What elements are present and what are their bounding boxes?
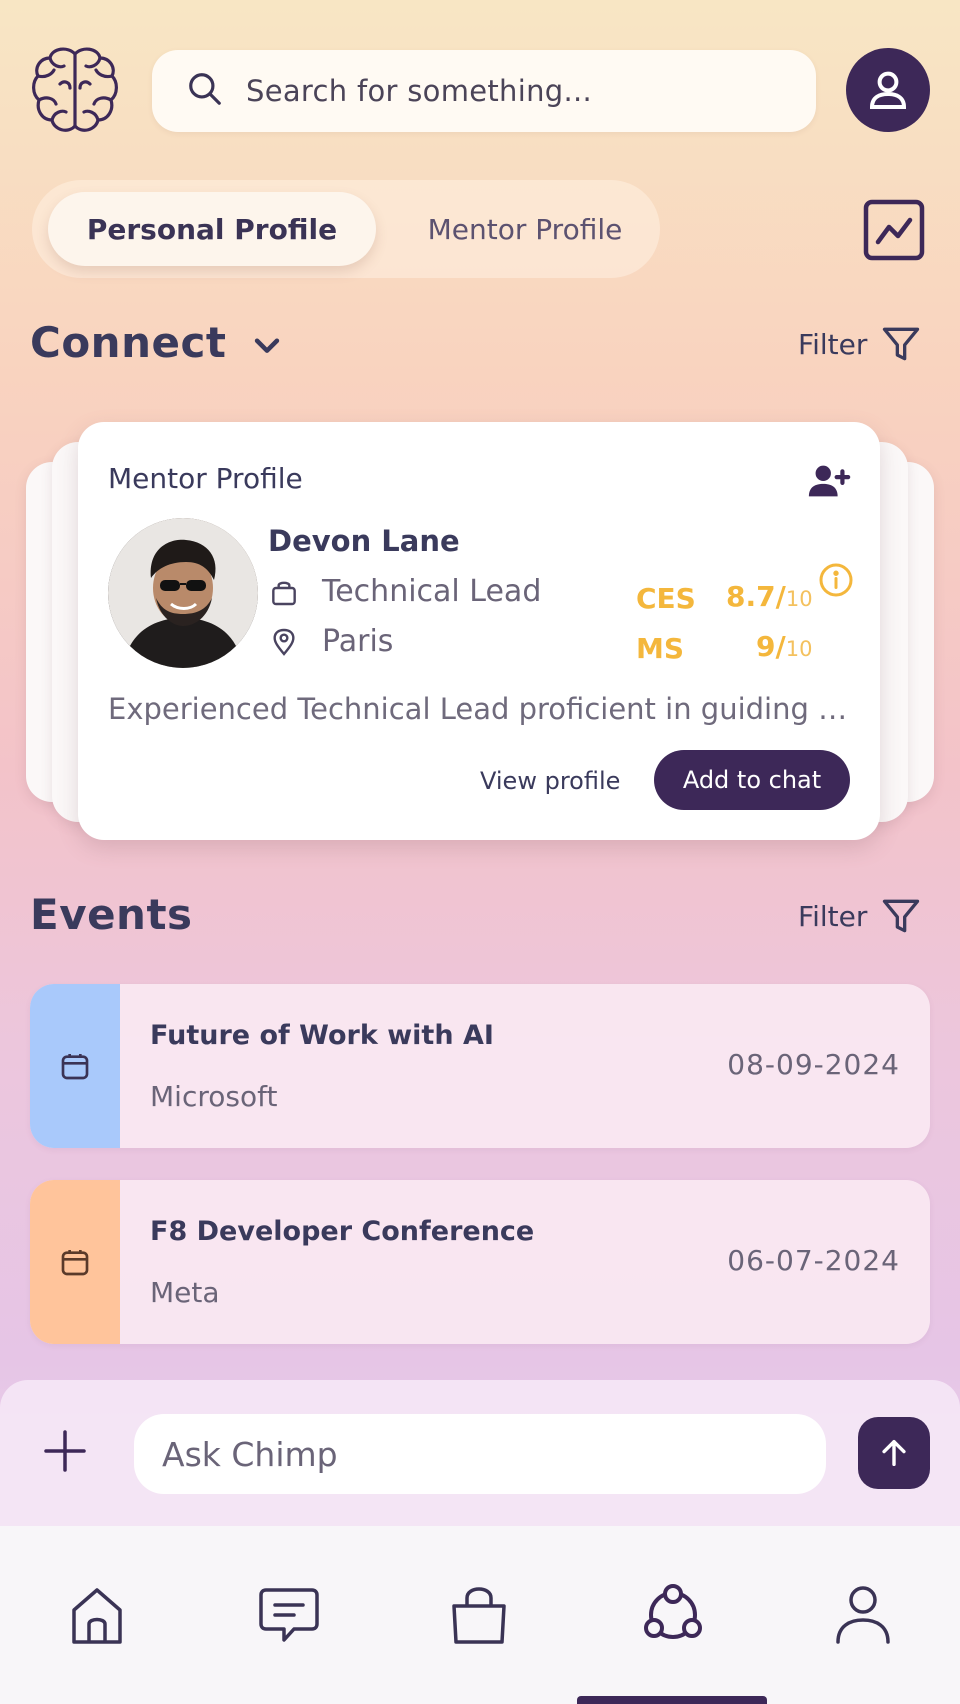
mentor-role: Technical Lead	[322, 574, 542, 609]
event-card[interactable]: Future of Work with AI Microsoft 08-09-2…	[30, 984, 930, 1148]
analytics-chart-icon[interactable]	[862, 198, 926, 262]
ms-label: MS	[636, 632, 685, 665]
ces-label: CES	[636, 582, 696, 615]
connect-filter-button[interactable]: Filter	[798, 322, 923, 366]
tab-mentor-profile[interactable]: Mentor Profile	[382, 192, 668, 266]
search-icon	[186, 70, 224, 112]
home-icon[interactable]	[64, 1582, 130, 1648]
info-icon[interactable]	[818, 562, 854, 598]
view-profile-link[interactable]: View profile	[480, 767, 620, 795]
location-pin-icon	[273, 628, 295, 656]
event-organizer: Meta	[150, 1276, 220, 1309]
calendar-icon	[61, 1250, 89, 1276]
filter-label: Filter	[798, 327, 868, 361]
bag-icon[interactable]	[446, 1582, 512, 1648]
connect-title: Connect	[30, 318, 227, 367]
event-color-stripe	[30, 984, 120, 1148]
mentor-card-title: Mentor Profile	[108, 462, 303, 495]
arrow-up-icon	[882, 1439, 906, 1467]
mentor-role-row: Technical Lead	[268, 574, 541, 609]
search-input[interactable]: Search for something...	[152, 50, 816, 132]
profile-toggle: Personal Profile Mentor Profile	[32, 180, 660, 278]
event-color-stripe	[30, 1180, 120, 1344]
mentor-description: Experienced Technical Lead proficient in…	[108, 692, 858, 726]
user-icon	[869, 71, 907, 109]
profile-icon[interactable]	[830, 1582, 896, 1648]
event-date: 06-07-2024	[727, 1244, 900, 1277]
event-title: Future of Work with AI	[150, 1020, 494, 1051]
events-filter-button[interactable]: Filter	[798, 894, 923, 938]
chevron-down-icon[interactable]	[250, 328, 284, 366]
network-icon[interactable]	[640, 1582, 706, 1648]
filter-icon	[883, 327, 920, 361]
mentor-location-row: Paris	[268, 624, 393, 659]
tab-personal-profile[interactable]: Personal Profile	[48, 192, 376, 266]
brain-logo-icon[interactable]	[30, 44, 120, 136]
add-to-chat-button[interactable]: Add to chat	[654, 750, 850, 810]
mentor-avatar	[108, 518, 258, 668]
ask-chimp-input[interactable]: Ask Chimp	[134, 1414, 826, 1494]
mentor-location: Paris	[322, 624, 394, 659]
event-card[interactable]: F8 Developer Conference Meta 06-07-2024	[30, 1180, 930, 1344]
chat-icon[interactable]	[256, 1582, 322, 1648]
bag-icon	[272, 581, 296, 605]
mentor-name: Devon Lane	[268, 524, 460, 558]
event-organizer: Microsoft	[150, 1080, 278, 1113]
add-person-icon[interactable]	[806, 458, 852, 504]
event-date: 08-09-2024	[727, 1048, 900, 1081]
plus-icon[interactable]	[40, 1426, 90, 1476]
active-tab-indicator	[577, 1696, 767, 1704]
ms-score: 9/10	[756, 630, 813, 663]
search-placeholder: Search for something...	[246, 74, 593, 108]
bottom-nav	[0, 1526, 960, 1704]
filter-icon	[883, 899, 920, 933]
events-title: Events	[30, 890, 193, 939]
user-avatar-button[interactable]	[846, 48, 930, 132]
send-button[interactable]	[858, 1417, 930, 1489]
filter-label: Filter	[798, 899, 868, 933]
event-title: F8 Developer Conference	[150, 1216, 535, 1247]
mentor-card[interactable]: Mentor Profile Devon Lane Technical Lead…	[78, 422, 880, 840]
calendar-icon	[61, 1054, 89, 1080]
ces-score: 8.7/10	[726, 580, 813, 613]
